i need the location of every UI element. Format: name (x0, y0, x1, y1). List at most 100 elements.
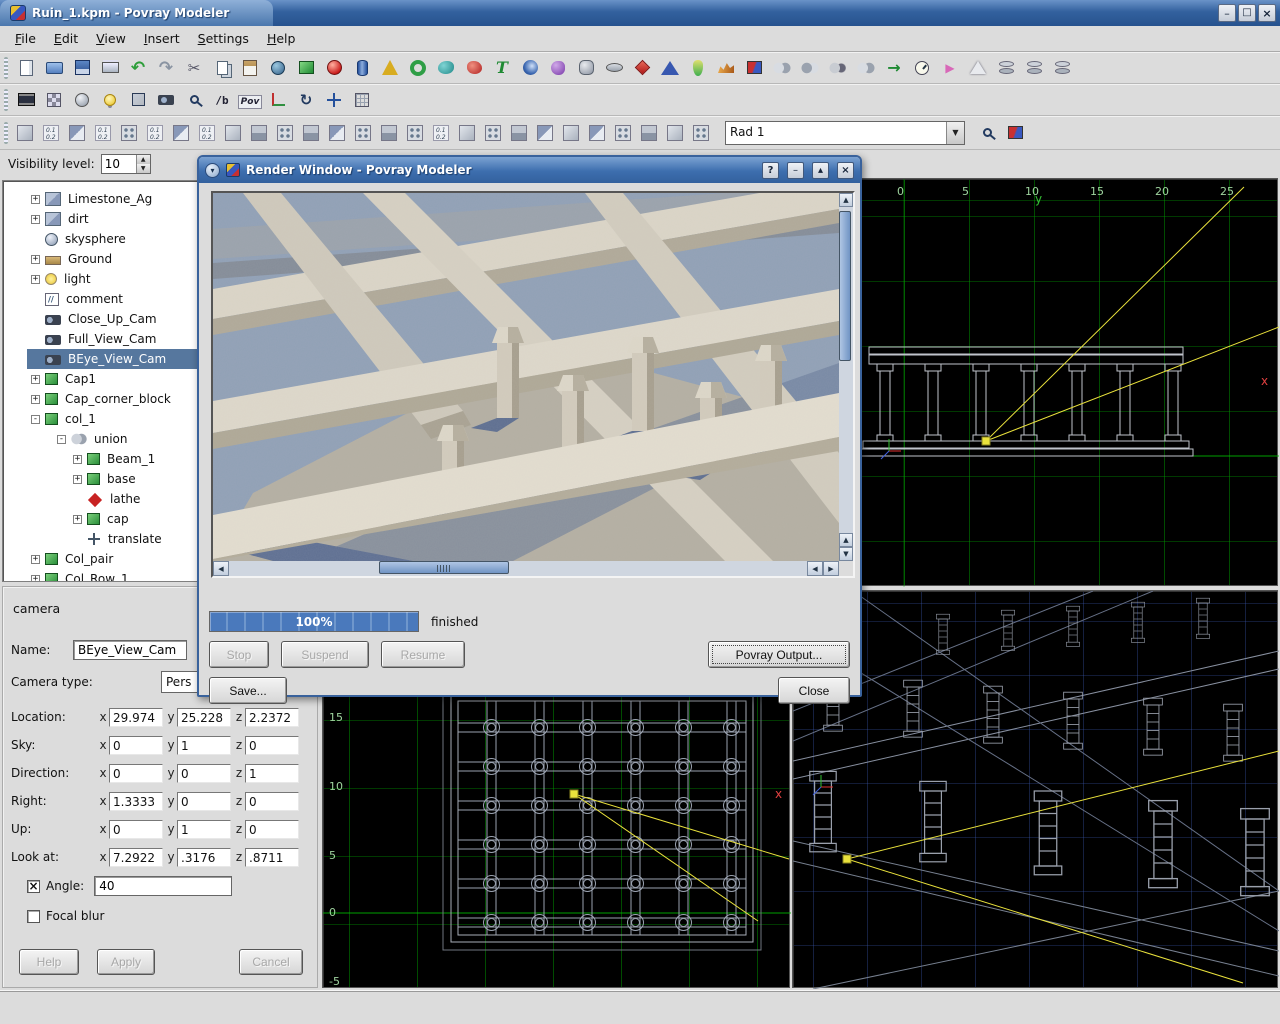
rotate-view-icon[interactable] (293, 87, 319, 113)
x-input[interactable]: 7.2922 (109, 848, 163, 867)
scroll-up-icon[interactable] (839, 533, 853, 547)
lathe-icon[interactable] (629, 55, 655, 81)
shade-button[interactable] (205, 163, 220, 178)
x-input[interactable]: 0 (109, 736, 163, 755)
visibility-level-spinner[interactable] (101, 154, 151, 174)
y-input[interactable]: 0 (177, 764, 231, 783)
translate-texture-icon[interactable] (689, 121, 713, 145)
save-button[interactable]: Save... (209, 677, 287, 704)
tree-expander[interactable]: + (31, 215, 40, 224)
cancel-button[interactable]: Cancel (239, 949, 303, 975)
dialog-close-action-button[interactable]: Close (778, 677, 850, 704)
triangle-icon[interactable] (965, 55, 991, 81)
julia-fractal-icon[interactable] (517, 55, 543, 81)
density-icon[interactable] (403, 121, 427, 145)
x-input[interactable]: 29.974 (109, 708, 163, 727)
axes-icon[interactable] (265, 87, 291, 113)
undo-icon[interactable] (125, 55, 151, 81)
intersection-icon[interactable] (797, 55, 823, 81)
render-view[interactable] (211, 191, 855, 578)
media-icon[interactable] (481, 121, 505, 145)
toolbar-handle[interactable] (4, 57, 8, 79)
image-map-icon[interactable] (325, 121, 349, 145)
visibility-level-input[interactable] (102, 155, 136, 173)
camera-group-icon[interactable] (1021, 55, 1047, 81)
surface-of-revolution-icon[interactable] (685, 55, 711, 81)
render-settings-icon[interactable] (41, 87, 67, 113)
focal-blur-checkbox[interactable] (27, 910, 40, 923)
povray-text-icon[interactable] (237, 87, 263, 113)
skysphere-texture-icon[interactable] (611, 121, 635, 145)
render-icon[interactable] (13, 87, 39, 113)
object-link-icon[interactable] (265, 55, 291, 81)
angle-checkbox[interactable] (27, 880, 40, 893)
sphere-icon[interactable] (321, 55, 347, 81)
pigment-list-icon[interactable] (91, 121, 115, 145)
scroll-down-icon[interactable] (839, 547, 853, 561)
toolbar-handle[interactable] (4, 89, 8, 111)
declare-group-icon[interactable] (1049, 55, 1075, 81)
heightfield-icon[interactable] (713, 55, 739, 81)
material-icon[interactable] (221, 121, 245, 145)
light-icon[interactable] (97, 87, 123, 113)
cylinder-icon[interactable] (349, 55, 375, 81)
density-list-icon[interactable] (429, 121, 453, 145)
spin-down-icon[interactable] (137, 164, 150, 173)
tree-expander[interactable]: + (31, 395, 40, 404)
z-input[interactable]: 1 (245, 764, 299, 783)
pigment-icon[interactable] (65, 121, 89, 145)
suspend-button[interactable]: Suspend (281, 641, 369, 668)
prism-icon[interactable] (657, 55, 683, 81)
paste-icon[interactable] (237, 55, 263, 81)
chevron-down-icon[interactable] (946, 122, 964, 144)
text-object-icon[interactable] (489, 55, 515, 81)
quick-color-icon[interactable] (637, 121, 661, 145)
normal-list-icon[interactable] (143, 121, 167, 145)
spin-up-icon[interactable] (137, 155, 150, 164)
pan-view-icon[interactable] (321, 87, 347, 113)
blob-component-icon[interactable] (545, 55, 571, 81)
global-photons-icon[interactable] (69, 87, 95, 113)
z-input[interactable]: 0 (245, 820, 299, 839)
x-input[interactable]: 1.3333 (109, 792, 163, 811)
plane-icon[interactable] (741, 55, 767, 81)
interior-texture-icon[interactable] (663, 121, 687, 145)
menu-item[interactable]: Help (258, 27, 305, 50)
box-icon[interactable] (293, 55, 319, 81)
cut-icon[interactable] (181, 55, 207, 81)
stop-button[interactable]: Stop (209, 641, 269, 668)
tree-expander[interactable]: + (31, 195, 40, 204)
help-button[interactable]: Help (19, 949, 79, 975)
slope-icon[interactable] (377, 121, 401, 145)
scroll-left-icon[interactable] (807, 561, 823, 576)
tree-expander[interactable]: - (31, 415, 40, 424)
render-window-dialog[interactable]: Render Window - Povray Modeler (197, 155, 862, 697)
camera-view-icon[interactable] (153, 87, 179, 113)
dialog-maximize-button[interactable] (812, 162, 829, 179)
radiosity-combo[interactable]: Rad 1 (725, 121, 965, 145)
bump-map-icon[interactable] (351, 121, 375, 145)
menu-item[interactable]: View (87, 27, 135, 50)
merge-icon[interactable] (853, 55, 879, 81)
tree-expander[interactable]: - (57, 435, 66, 444)
material-map-icon[interactable] (247, 121, 271, 145)
tree-expander[interactable]: + (31, 255, 40, 264)
minimize-button[interactable] (1218, 4, 1236, 22)
z-input[interactable]: 2.2372 (245, 708, 299, 727)
fog-icon[interactable] (559, 121, 583, 145)
y-input[interactable]: 25.228 (177, 708, 231, 727)
scale-icon[interactable] (937, 55, 963, 81)
print-icon[interactable] (97, 55, 123, 81)
translate-icon[interactable] (881, 55, 907, 81)
bounding-box-icon[interactable] (125, 87, 151, 113)
search-library-icon[interactable] (975, 121, 999, 145)
finish-icon[interactable] (533, 121, 557, 145)
vertical-scroll-thumb[interactable] (839, 211, 851, 361)
rotate-icon[interactable] (909, 55, 935, 81)
tree-expander[interactable]: + (31, 375, 40, 384)
dialog-close-button[interactable] (837, 162, 854, 179)
union-icon[interactable] (769, 55, 795, 81)
tree-expander[interactable]: + (73, 455, 82, 464)
disc-icon[interactable] (601, 55, 627, 81)
y-input[interactable]: 1 (177, 820, 231, 839)
